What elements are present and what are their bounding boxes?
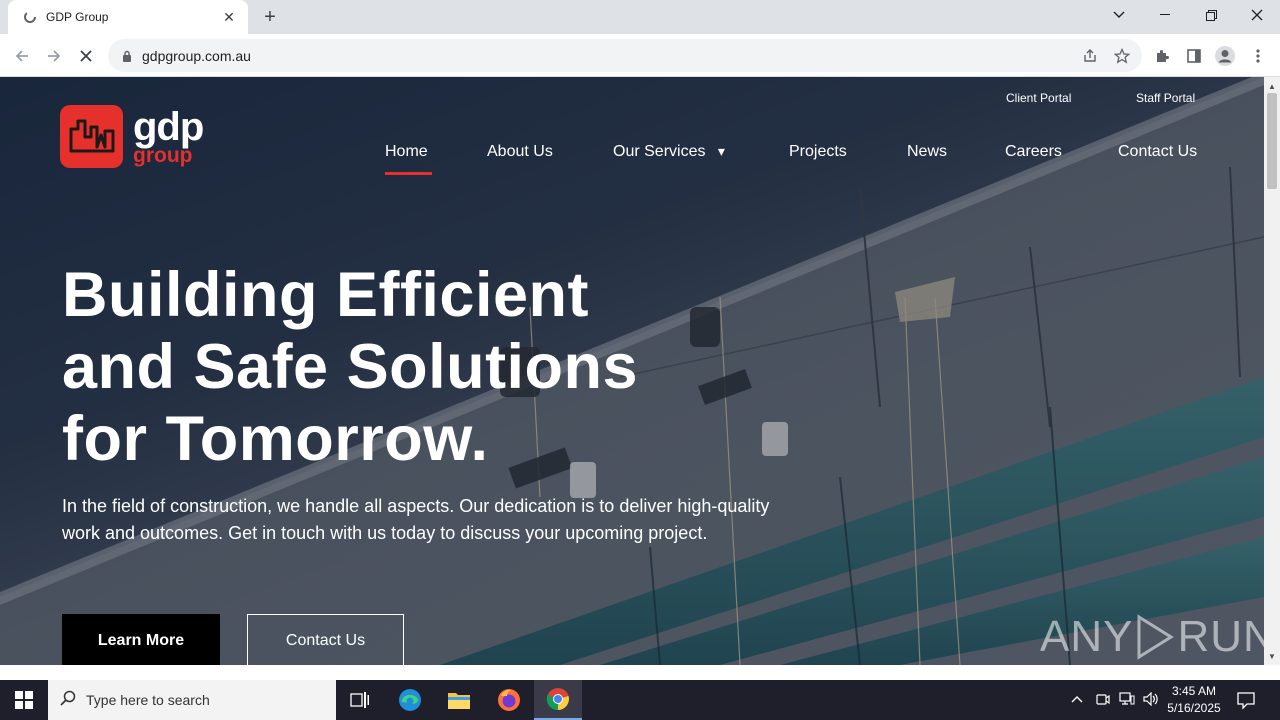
page-scrollbar[interactable]: ▲ ▼ [1264,77,1280,665]
nav-our-services[interactable]: Our Services ▾ [613,143,725,161]
windows-taskbar: Type here to search 3:45 AM 5/16/2025 [0,680,1280,720]
hero-description: In the field of construction, we handle … [62,496,770,543]
contact-us-button[interactable]: Contact Us [247,614,404,665]
nav-projects[interactable]: Projects [789,143,847,161]
meet-now-icon[interactable] [1096,692,1110,709]
url-text[interactable]: gdpgroup.com.au [142,48,251,64]
page-viewport: gdp group Client Portal Staff Portal Hom… [0,77,1264,665]
logo-text-secondary: group [133,144,193,167]
tray-overflow-chevron-icon[interactable] [1071,692,1083,707]
clock-time: 3:45 AM [1171,684,1217,698]
nav-about-us[interactable]: About Us [487,143,553,161]
new-tab-button[interactable]: + [258,5,282,29]
watermark-text-left: ANY [1040,612,1134,661]
hero-title-line-3: for Tomorrow. [62,404,489,474]
watermark-text-right: RUN [1177,612,1264,661]
nav-active-indicator [385,172,432,175]
network-icon[interactable] [1119,692,1135,709]
forward-arrow-icon[interactable] [40,42,68,70]
address-bar[interactable]: gdpgroup.com.au [108,39,1142,72]
taskbar-search-placeholder: Type here to search [86,692,210,708]
restore-icon[interactable] [1188,0,1234,30]
learn-more-button[interactable]: Learn More [62,614,220,665]
logo-mark-icon [60,105,123,168]
nav-home[interactable]: Home [385,143,428,161]
hero-title: Building Efficient and Safe Solutions fo… [62,259,762,475]
gdp-logo[interactable]: gdp group [60,105,204,168]
search-icon [60,690,76,711]
side-panel-icon[interactable] [1183,45,1205,67]
nav-contact-us[interactable]: Contact Us [1118,143,1197,161]
scroll-up-arrow-icon[interactable]: ▲ [1264,79,1280,93]
notification-center-icon[interactable] [1236,690,1256,710]
chevron-down-icon: ▾ [717,143,725,159]
minimize-icon[interactable] [1142,0,1188,30]
windows-start-icon[interactable] [0,680,48,720]
taskbar-clock[interactable]: 3:45 AM 5/16/2025 [1160,683,1228,717]
nav-news[interactable]: News [907,143,947,161]
edge-browser-icon[interactable] [386,680,434,720]
clock-date: 5/16/2025 [1167,701,1221,715]
nav-our-services-label: Our Services [613,143,706,160]
tab-strip: GDP Group ✕ + [0,0,1280,34]
profile-avatar-icon[interactable] [1214,45,1236,67]
tab-close-icon[interactable]: ✕ [220,8,238,26]
close-window-icon[interactable] [1234,0,1280,30]
firefox-icon[interactable] [485,680,533,720]
file-explorer-icon[interactable] [435,680,483,720]
nav-careers[interactable]: Careers [1005,143,1062,161]
staff-portal-link[interactable]: Staff Portal [1136,91,1195,105]
back-arrow-icon[interactable] [8,42,36,70]
tab-title: GDP Group [46,10,109,24]
browser-tab[interactable]: GDP Group ✕ [8,0,248,34]
volume-icon[interactable] [1143,691,1159,709]
browser-toolbar: gdpgroup.com.au [0,34,1280,77]
hero-title-line-2: and Safe Solutions [62,332,639,402]
client-portal-link[interactable]: Client Portal [1006,91,1071,105]
extensions-puzzle-icon[interactable] [1151,45,1173,67]
anyrun-watermark: ANY RUN [1040,612,1264,662]
taskbar-search-box[interactable]: Type here to search [48,680,336,720]
hero-title-line-1: Building Efficient [62,260,589,330]
lock-icon[interactable] [120,49,134,63]
scroll-down-arrow-icon[interactable]: ▼ [1264,649,1280,663]
stop-loading-icon[interactable] [72,42,100,70]
tab-search-icon[interactable] [1096,0,1142,30]
chrome-icon[interactable] [534,680,582,720]
scroll-thumb[interactable] [1267,93,1277,189]
logo-text-primary: gdp [133,105,204,149]
bookmark-star-icon[interactable] [1112,46,1132,66]
loading-favicon-icon [22,9,38,25]
play-triangle-icon [1137,614,1175,660]
share-icon[interactable] [1080,46,1100,66]
task-view-icon[interactable] [336,680,384,720]
more-menu-icon[interactable] [1247,45,1269,67]
